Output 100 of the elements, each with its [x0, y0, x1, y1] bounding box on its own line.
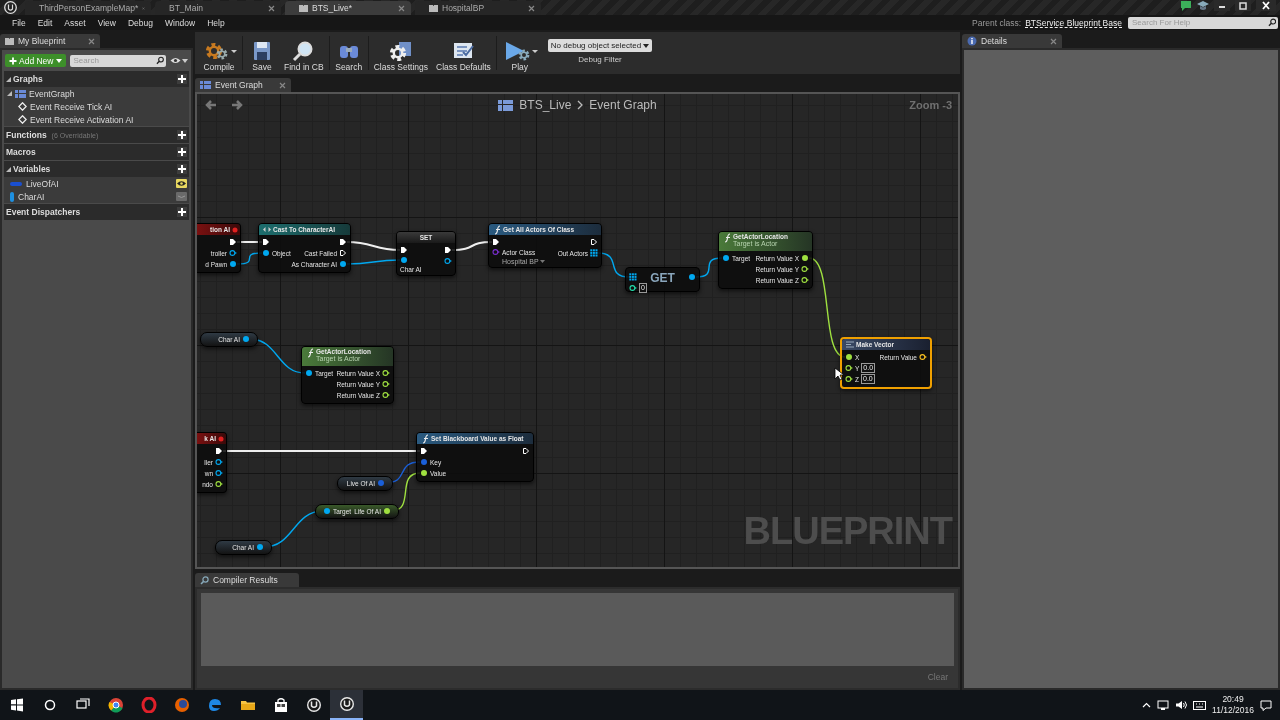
- ring-logo-icon: [140, 697, 157, 713]
- caret-icon[interactable]: [531, 49, 538, 53]
- menu-item[interactable]: View: [91, 17, 122, 28]
- network-icon[interactable]: [1157, 700, 1170, 710]
- chat-bubble-icon[interactable]: [1180, 0, 1192, 11]
- add-icon[interactable]: [177, 207, 187, 217]
- section-header[interactable]: Variables: [4, 161, 189, 177]
- keyboard-icon[interactable]: [1193, 700, 1207, 710]
- menu-item[interactable]: Debug: [121, 17, 159, 28]
- breadcrumb-item[interactable]: Event Graph: [589, 98, 657, 112]
- caret-icon: [55, 58, 62, 63]
- debug-filter-label: Debug Filter: [578, 55, 622, 64]
- chevron-up-icon[interactable]: [1142, 702, 1152, 708]
- section-title: Graphs: [13, 74, 43, 84]
- search-icon: [155, 56, 164, 65]
- debug-filter-dropdown[interactable]: No debug object selected: [547, 39, 653, 52]
- function-icon: [306, 348, 314, 358]
- expand-arrow-icon: [6, 76, 11, 82]
- section-header[interactable]: Graphs: [4, 71, 189, 87]
- document-tab[interactable]: ThirdPersonExampleMap*: [25, 1, 151, 15]
- back-arrow-icon[interactable]: [205, 99, 217, 111]
- toolbar-button[interactable]: Find in CB: [280, 34, 328, 72]
- panel-tab[interactable]: Compiler Results: [195, 573, 299, 587]
- caret-icon: [182, 58, 188, 63]
- struct-icon: [846, 341, 854, 348]
- document-tab[interactable]: BT_Main: [155, 1, 281, 15]
- toolbar-button[interactable]: Compile: [197, 34, 241, 72]
- tree-item[interactable]: Event Receive Tick AI: [4, 100, 189, 113]
- parent-class-link[interactable]: BTService Blueprint Base: [1025, 17, 1122, 28]
- event-icon: [218, 435, 224, 442]
- add-icon[interactable]: [177, 147, 187, 157]
- toolbar-button[interactable]: Save: [244, 34, 280, 72]
- restore-icon[interactable]: [1235, 0, 1251, 11]
- book-icon: [5, 37, 14, 45]
- taskbar-button[interactable]: [330, 690, 363, 720]
- add-icon[interactable]: [177, 74, 187, 84]
- toolbar-button[interactable]: Class Settings: [369, 34, 433, 72]
- chevron-icon: [577, 100, 584, 110]
- node-title: GET: [649, 271, 676, 285]
- graph-icon: [498, 99, 514, 111]
- round-logo-icon: [338, 696, 355, 712]
- section-title: Variables: [13, 164, 51, 174]
- plus-icon: [9, 56, 17, 65]
- minimize-icon[interactable]: [1214, 0, 1230, 11]
- toolbar-button[interactable]: Play: [497, 34, 542, 72]
- section-header[interactable]: Event Dispatchers: [4, 204, 189, 220]
- search-icon: [200, 575, 209, 585]
- clock-time[interactable]: 20:49: [1222, 694, 1244, 705]
- add-new-button[interactable]: Add New: [5, 54, 66, 67]
- eye-icon[interactable]: [176, 179, 187, 188]
- cast-icon: [263, 227, 271, 232]
- add-icon[interactable]: [177, 164, 187, 174]
- section-title: Event Dispatchers: [6, 207, 81, 217]
- graduation-cap-icon[interactable]: [1197, 0, 1209, 11]
- menu-item[interactable]: Help: [201, 17, 231, 28]
- close-icon[interactable]: [1256, 0, 1276, 11]
- eye-icon: [170, 57, 181, 64]
- function-icon: [723, 233, 731, 243]
- panel-tab[interactable]: Details: [962, 34, 1062, 48]
- section-header[interactable]: Macros: [4, 144, 189, 160]
- book-icon: [429, 4, 438, 12]
- variable-item[interactable]: LiveOfAI: [4, 177, 189, 190]
- caret-icon: [539, 260, 545, 263]
- menu-item[interactable]: File: [6, 17, 32, 28]
- info-icon: [967, 36, 977, 46]
- toolbar-button[interactable]: Search: [330, 34, 367, 72]
- expand-arrow-icon: [7, 91, 12, 96]
- graph-icon: [15, 89, 26, 98]
- caret-icon[interactable]: [231, 49, 237, 53]
- search-icon[interactable]: [1267, 18, 1276, 27]
- notification-icon[interactable]: [1260, 699, 1272, 711]
- tree-item[interactable]: Event Receive Activation AI: [4, 113, 189, 126]
- zoom-label: Zoom -3: [909, 99, 952, 111]
- shopping-bag-icon: [272, 697, 289, 713]
- document-tab[interactable]: HospitalBP: [415, 1, 541, 15]
- clock-date[interactable]: 11/12/2016: [1212, 705, 1254, 716]
- section-title: Functions: [6, 130, 47, 140]
- windows-icon: [8, 697, 25, 713]
- document-tab[interactable]: BTS_Live*: [285, 1, 411, 15]
- forward-arrow-icon[interactable]: [231, 99, 243, 111]
- caret-icon: [643, 43, 650, 48]
- view-options-button[interactable]: [170, 57, 188, 64]
- tree-item[interactable]: EventGraph: [4, 87, 189, 100]
- breadcrumb-item[interactable]: BTS_Live: [519, 98, 572, 112]
- add-icon[interactable]: [177, 130, 187, 140]
- panel-tab[interactable]: My Blueprint: [0, 34, 100, 48]
- graph-canvas[interactable]: [197, 94, 958, 567]
- toolbar-button[interactable]: Class Defaults: [432, 34, 495, 72]
- round-logo-icon: [206, 697, 223, 713]
- menu-item[interactable]: Window: [158, 17, 202, 28]
- round-logo-icon: [107, 697, 124, 713]
- function-icon: [493, 224, 501, 235]
- expand-arrow-icon: [6, 166, 11, 172]
- graph-tab[interactable]: Event Graph: [195, 78, 291, 92]
- menu-item[interactable]: Edit: [31, 17, 59, 28]
- parent-class-label: Parent class:: [972, 17, 1022, 28]
- variable-item[interactable]: CharAI: [4, 190, 189, 203]
- menu-item[interactable]: Asset: [58, 17, 92, 28]
- volume-icon[interactable]: [1175, 700, 1188, 710]
- logo-icon: [4, 1, 17, 14]
